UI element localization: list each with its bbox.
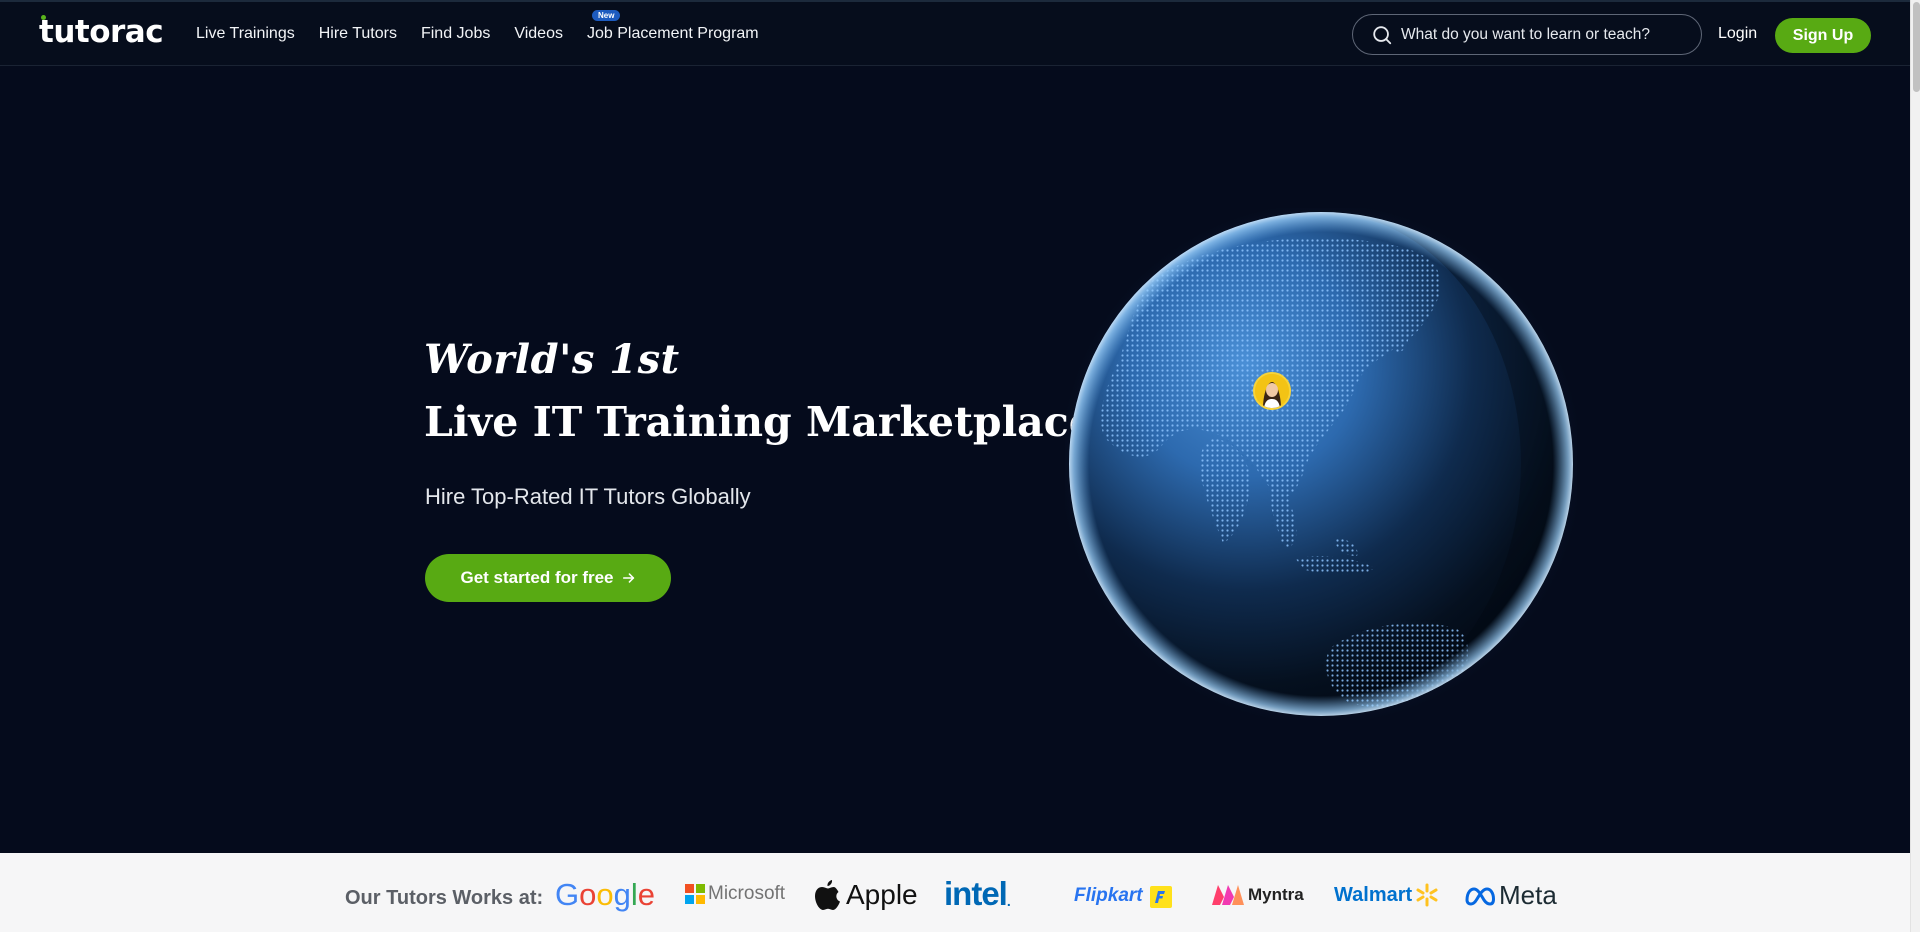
apple-text: Apple [846,879,918,910]
scrollbar-thumb[interactable] [1913,2,1920,92]
companies-strip: Our Tutors Works at: Google Microsoft Ap… [0,853,1910,932]
login-link[interactable]: Login [1718,25,1757,43]
get-started-button[interactable]: Get started for free [425,554,671,602]
walmart-text: Walmart [1334,883,1413,906]
intel-logo: intel. [944,875,1011,912]
main-nav: Live Trainings Hire Tutors Find Jobs Vid… [196,10,759,43]
myntra-logo: Myntra [1210,883,1304,907]
page-scrollbar[interactable] [1910,0,1920,932]
nav-hire-tutors[interactable]: Hire Tutors [319,25,397,43]
get-started-label: Get started for free [460,568,614,587]
hero-subtitle: Hire Top-Rated IT Tutors Globally [425,484,751,509]
walmart-logo: Walmart [1334,883,1439,907]
hero-kicker: World's 1st [424,336,680,383]
intel-text: intel [944,875,1008,912]
google-logo: Google [555,877,656,912]
search-icon [1373,26,1392,45]
flipkart-text: Flipkart [1074,885,1143,906]
microsoft-text: Microsoft [708,883,786,904]
myntra-text: Myntra [1248,885,1304,904]
nav-live-trainings[interactable]: Live Trainings [196,25,295,43]
hero-title: Live IT Training Marketplace [424,398,1095,446]
search-input[interactable] [1401,23,1686,47]
search-box[interactable] [1352,14,1702,55]
microsoft-logo: Microsoft [685,883,785,905]
avatar[interactable] [1253,372,1291,410]
globe-icon [1059,202,1583,726]
apple-logo: Apple [814,879,918,911]
new-badge: New [591,10,621,21]
nav-job-placement-program[interactable]: New Job Placement Program [586,10,759,43]
tutorac-logo[interactable]: tutorac [39,14,164,50]
arrow-right-icon [622,573,634,583]
meta-logo: Meta [1464,880,1557,911]
companies-label: Our Tutors Works at: [345,887,544,909]
meta-text: Meta [1499,880,1557,910]
nav-job-placement-label: Job Placement Program [586,25,759,42]
nav-videos[interactable]: Videos [514,25,563,43]
page: tutorac Live Trainings Hire Tutors Find … [0,0,1910,932]
nav-find-jobs[interactable]: Find Jobs [421,25,490,43]
flipkart-logo: Flipkart [1074,883,1173,909]
signup-button[interactable]: Sign Up [1775,18,1871,53]
top-navbar: tutorac Live Trainings Hire Tutors Find … [0,0,1910,66]
